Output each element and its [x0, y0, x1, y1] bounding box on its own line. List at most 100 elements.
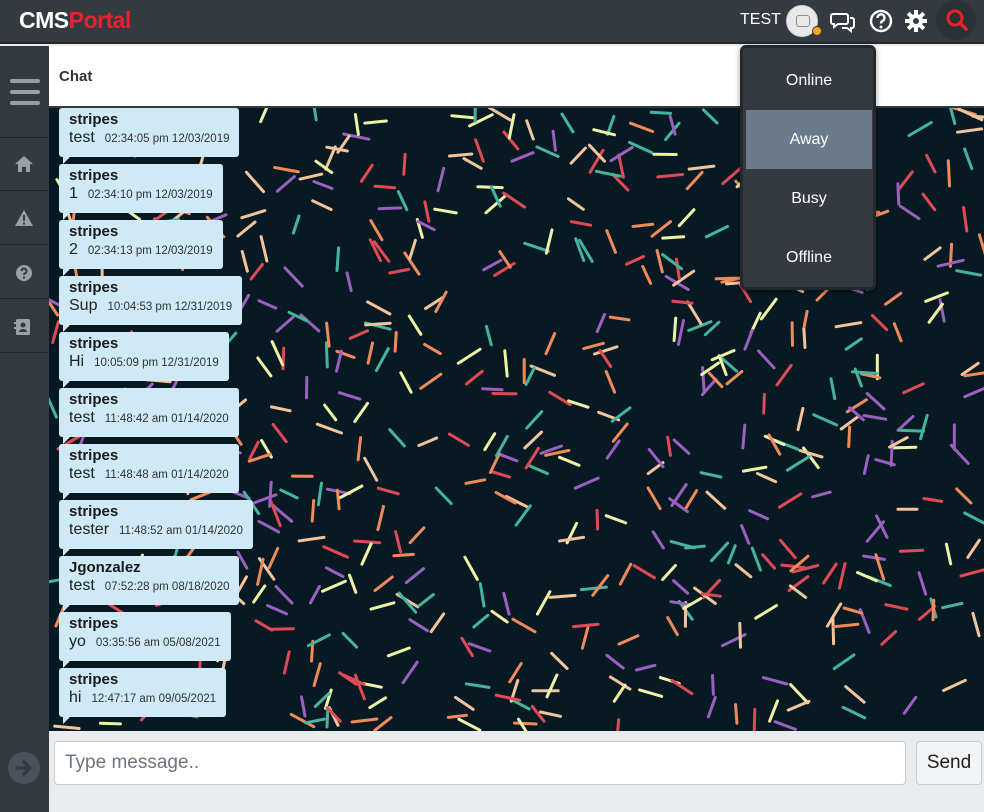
- message-input[interactable]: [54, 741, 906, 785]
- confetti-stroke: [656, 173, 684, 179]
- message-author: stripes: [69, 167, 119, 184]
- confetti-stroke: [962, 206, 969, 233]
- confetti-stroke: [569, 220, 593, 227]
- confetti-stroke: [891, 445, 918, 450]
- message-line: test 02:34:05 pm 12/03/2019: [69, 129, 229, 148]
- chat-message: stripes tester 11:48:52 am 01/14/2020: [59, 500, 253, 556]
- gear-icon[interactable]: [903, 8, 929, 34]
- confetti-stroke: [299, 313, 321, 333]
- message-text: Hi: [69, 353, 85, 370]
- sidebar-collapse-button[interactable]: [8, 752, 40, 784]
- confetti-stroke: [407, 314, 423, 336]
- confetti-stroke: [786, 455, 811, 472]
- message-text: yo: [69, 633, 86, 650]
- confetti-stroke: [884, 603, 909, 611]
- confetti-stroke: [252, 584, 267, 604]
- status-option-away[interactable]: Away: [746, 110, 872, 169]
- confetti-stroke: [363, 456, 379, 482]
- confetti-stroke: [408, 238, 417, 261]
- sidebar-item-home[interactable]: [0, 138, 49, 191]
- confetti-stroke: [558, 535, 586, 543]
- confetti-stroke: [482, 258, 503, 272]
- confetti-stroke: [392, 552, 415, 558]
- sidebar-item-menu[interactable]: [0, 46, 49, 138]
- confetti-stroke: [311, 199, 333, 211]
- confetti-stroke: [701, 108, 719, 125]
- confetti-stroke: [248, 440, 260, 461]
- message-author: stripes: [69, 335, 119, 352]
- status-option-online[interactable]: Online: [746, 51, 872, 110]
- confetti-stroke: [323, 403, 338, 422]
- confetti-stroke: [902, 382, 925, 395]
- confetti-stroke: [802, 327, 807, 349]
- confetti-stroke: [454, 695, 475, 711]
- confetti-stroke: [605, 653, 625, 670]
- confetti-stroke: [98, 721, 122, 726]
- confetti-stroke: [714, 276, 740, 281]
- chat-bubbles-icon[interactable]: [830, 8, 856, 34]
- confetti-stroke: [701, 366, 706, 394]
- user-name[interactable]: TEST: [740, 10, 781, 30]
- message-author: stripes: [69, 111, 119, 128]
- confetti-stroke: [675, 257, 681, 281]
- message-timestamp: 03:35:56 am 05/08/2021: [95, 637, 221, 649]
- confetti-stroke: [896, 170, 914, 192]
- confetti-stroke: [672, 316, 678, 342]
- sidebar-item-contacts[interactable]: [0, 300, 49, 353]
- confetti-stroke: [361, 682, 383, 689]
- confetti-stroke: [844, 337, 863, 351]
- confetti-stroke: [404, 567, 425, 585]
- search-button[interactable]: [936, 0, 976, 40]
- message-text: test: [69, 409, 95, 426]
- message-author: stripes: [69, 279, 119, 296]
- confetti-stroke: [755, 472, 778, 484]
- confetti-stroke: [775, 363, 793, 387]
- confetti-stroke: [279, 488, 299, 500]
- confetti-stroke: [433, 207, 458, 215]
- top-navbar: CMSPortal TEST: [0, 0, 984, 44]
- confetti-stroke: [761, 676, 789, 686]
- confetti-stroke: [502, 591, 511, 616]
- confetti-stroke: [502, 191, 527, 209]
- status-option-offline[interactable]: Offline: [746, 228, 872, 287]
- confetti-stroke: [259, 108, 269, 124]
- confetti-stroke: [356, 436, 363, 462]
- confetti-stroke: [734, 563, 753, 579]
- confetti-stroke: [369, 219, 384, 242]
- confetti-stroke: [686, 300, 703, 326]
- confetti-stroke: [551, 129, 557, 152]
- confetti-stroke: [757, 349, 776, 370]
- app-logo[interactable]: CMSPortal: [19, 6, 131, 34]
- confetti-stroke: [312, 180, 334, 190]
- confetti-stroke: [811, 490, 832, 499]
- sidebar-item-alerts[interactable]: [0, 192, 49, 245]
- sidebar-item-help[interactable]: [0, 246, 49, 299]
- confetti-stroke: [348, 573, 358, 594]
- message-author: stripes: [69, 615, 119, 632]
- confetti-stroke: [360, 163, 374, 183]
- confetti-stroke: [503, 349, 509, 378]
- confetti-stroke: [754, 604, 778, 620]
- message-timestamp: 07:52:28 pm 08/18/2020: [104, 581, 230, 593]
- confetti-stroke: [896, 415, 915, 432]
- confetti-stroke: [778, 492, 803, 509]
- message-text: test: [69, 129, 95, 146]
- confetti-stroke: [595, 508, 600, 531]
- confetti-stroke: [880, 630, 898, 646]
- confetti-stroke: [236, 550, 249, 570]
- help-circle-icon[interactable]: [868, 8, 894, 34]
- confetti-stroke: [548, 593, 577, 599]
- send-button[interactable]: Send: [916, 741, 982, 785]
- confetti-stroke: [942, 678, 967, 692]
- confetti-stroke: [611, 422, 629, 443]
- confetti-stroke: [481, 387, 504, 392]
- confetti-stroke: [259, 235, 269, 263]
- confetti-stroke: [786, 699, 811, 712]
- confetti-stroke: [303, 717, 326, 725]
- confetti-stroke: [377, 206, 403, 211]
- status-option-busy[interactable]: Busy: [746, 169, 872, 228]
- confetti-stroke: [257, 519, 281, 534]
- confetti-stroke: [927, 302, 944, 324]
- confetti-stroke: [971, 611, 981, 638]
- confetti-stroke: [360, 542, 373, 566]
